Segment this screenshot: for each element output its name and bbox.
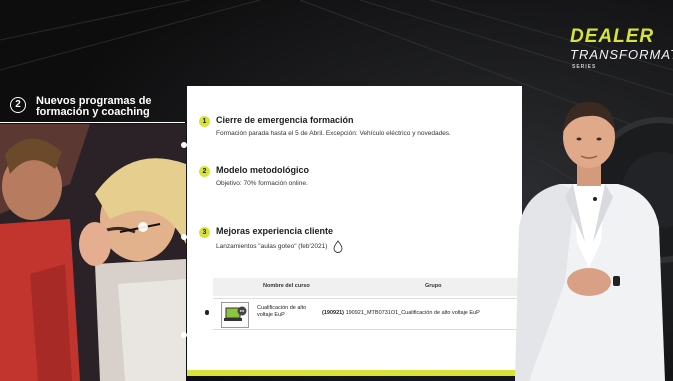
slide-accent-bar — [187, 370, 522, 376]
section-title: Nuevos programas de formación y coaching — [36, 95, 152, 118]
item-description: Formación parada hasta el 5 de Abril. Ex… — [216, 130, 451, 137]
section-number: 2 — [10, 97, 26, 113]
course-group: (190921) 190921_MTB0731O1_Cualificación … — [322, 310, 480, 317]
item-title: Modelo metodológico — [216, 165, 309, 175]
brand-series: SERIES — [572, 64, 597, 70]
section-divider — [0, 122, 185, 123]
column-header-group: Grupo — [425, 283, 442, 289]
presentation-slide: 1 Cierre de emergencia formación Formaci… — [187, 86, 522, 376]
group-name: 190921_MTB0731O1_Cualificación de alto v… — [345, 310, 480, 316]
laptop-chat-icon — [221, 302, 249, 328]
table-row[interactable]: Cualificación de alto voltaje EuP (19092… — [205, 298, 522, 330]
photo-illustration — [0, 124, 186, 381]
water-drop-icon — [333, 240, 343, 253]
course-name: Cualificación de alto voltaje EuP — [257, 305, 307, 318]
drop-marker-icon — [205, 310, 209, 315]
group-code: (190921) — [322, 310, 345, 316]
item-description: Objetivo: 70% formación online. — [216, 180, 308, 187]
item-description: Lanzamientos "aulas goteo" (feb'2021) — [216, 240, 343, 253]
presenter-figure — [515, 102, 665, 381]
item-number: 2 — [199, 166, 210, 177]
item-description-text: Lanzamientos "aulas goteo" (feb'2021) — [216, 243, 328, 251]
item-number: 1 — [199, 116, 210, 127]
brand-subtitle: TRANSFORMATION — [570, 47, 673, 62]
column-header-course: Nombre del curso — [263, 283, 310, 289]
table-header: Nombre del curso Grupo — [213, 278, 522, 296]
brand-name: DEALER — [570, 26, 655, 47]
item-title: Mejoras experiencia cliente — [216, 226, 334, 236]
item-number: 3 — [199, 227, 210, 238]
brand-logo: DEALER TRANSFORMATION SERIES — [562, 26, 673, 76]
item-title: Cierre de emergencia formación — [216, 115, 354, 125]
